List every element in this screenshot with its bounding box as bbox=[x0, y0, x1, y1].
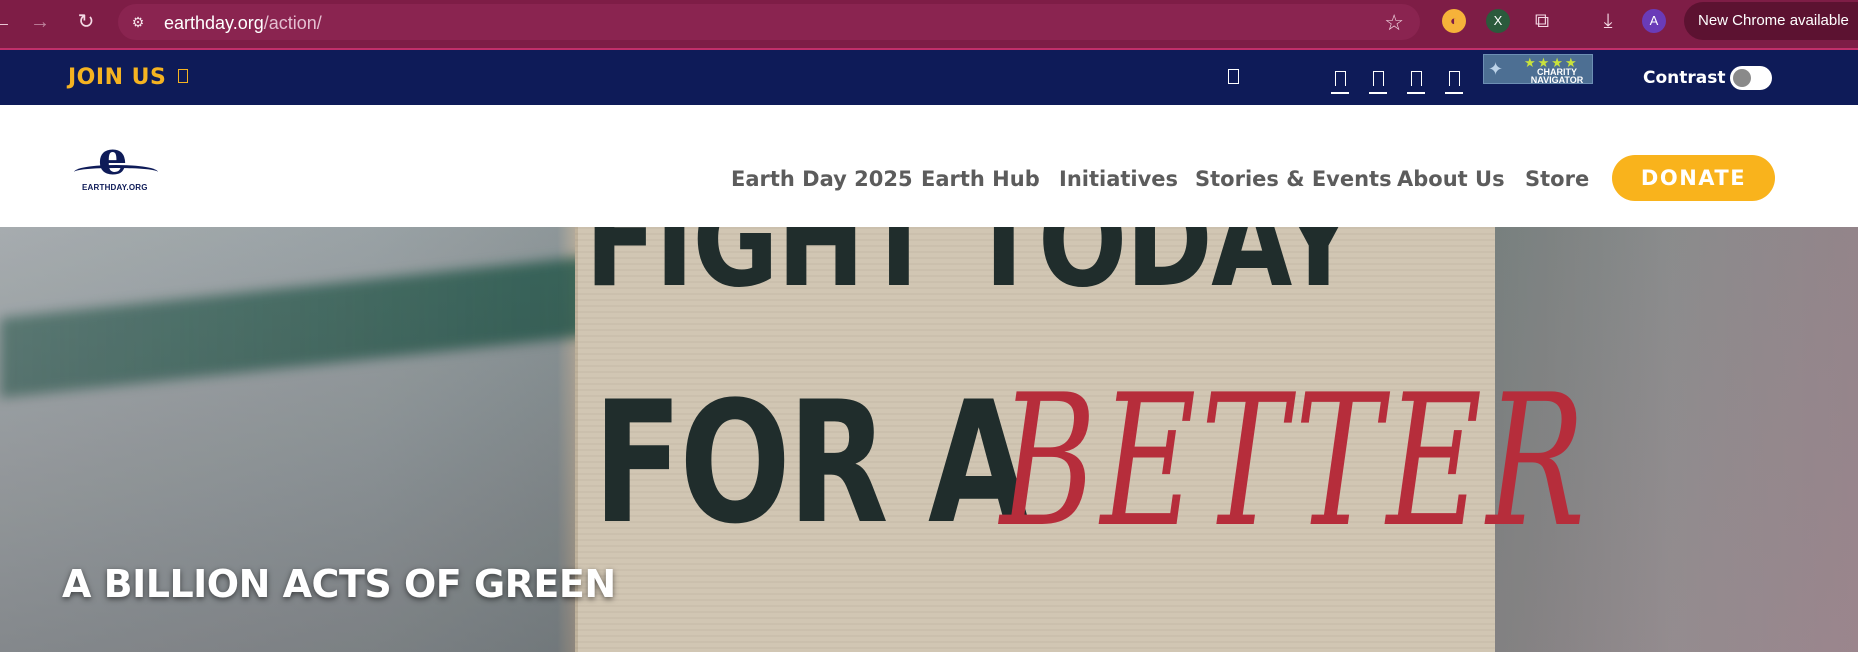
earthday-logo[interactable]: e EARTHDAY.ORG bbox=[72, 131, 160, 199]
facebook-icon[interactable] bbox=[1335, 71, 1346, 86]
youtube-icon[interactable] bbox=[1449, 71, 1460, 86]
browser-toolbar: ← → ↻ ⚙ earthday.org/action/ ☆ ◐ X ⧉ ⤓ A… bbox=[0, 0, 1858, 50]
forward-icon[interactable]: → bbox=[26, 8, 54, 36]
nav-stories-events[interactable]: Stories & Events bbox=[1195, 167, 1392, 191]
nav-earth-hub[interactable]: Earth Hub bbox=[921, 167, 1040, 191]
donate-button[interactable]: DONATE bbox=[1612, 155, 1775, 201]
new-chrome-available-button[interactable]: New Chrome available bbox=[1684, 2, 1858, 40]
hero-banner: FIGHT TODAY FOR A BETTER A BILLION ACTS … bbox=[0, 227, 1858, 652]
url-path: /action/ bbox=[263, 13, 322, 33]
join-us-link[interactable]: JOIN US bbox=[68, 65, 189, 90]
join-us-label: JOIN US bbox=[68, 65, 167, 90]
nav-store[interactable]: Store bbox=[1525, 167, 1589, 191]
download-icon[interactable]: ⤓ bbox=[1596, 9, 1620, 33]
utility-bar: JOIN US ✦ ★★★★ CHARITY NAVIGATOR Contras… bbox=[0, 50, 1858, 105]
facebook-underline bbox=[1331, 92, 1349, 94]
profile-avatar[interactable]: A bbox=[1642, 9, 1666, 33]
logo-orbit bbox=[74, 165, 158, 179]
contrast-label: Contrast bbox=[1643, 68, 1726, 88]
bookmark-star-icon[interactable]: ☆ bbox=[1384, 10, 1404, 36]
contrast-toggle-knob bbox=[1733, 69, 1751, 87]
charity-navigator-text: CHARITY NAVIGATOR bbox=[1530, 67, 1584, 85]
charity-navigator-badge[interactable]: ✦ ★★★★ CHARITY NAVIGATOR bbox=[1483, 54, 1593, 85]
address-bar[interactable]: ⚙ earthday.org/action/ ☆ bbox=[118, 4, 1420, 40]
contrast-toggle[interactable] bbox=[1730, 66, 1772, 90]
url-text[interactable]: earthday.org/action/ bbox=[164, 13, 322, 34]
charity-navigator-logo-icon: ✦ bbox=[1488, 59, 1504, 79]
nav-initiatives[interactable]: Initiatives bbox=[1059, 167, 1178, 191]
search-icon[interactable] bbox=[1228, 69, 1239, 84]
nav-about-us[interactable]: About Us bbox=[1397, 167, 1505, 191]
site-info-icon[interactable]: ⚙ bbox=[128, 12, 148, 32]
reload-icon[interactable]: ↻ bbox=[72, 8, 100, 36]
instagram-underline bbox=[1407, 92, 1425, 94]
extension-x-label: X bbox=[1493, 13, 1503, 28]
extensions-puzzle-icon[interactable]: ⧉ bbox=[1530, 9, 1554, 33]
extension-x-icon[interactable]: X bbox=[1486, 9, 1510, 33]
youtube-underline bbox=[1445, 92, 1463, 94]
back-icon[interactable]: ← bbox=[0, 8, 16, 36]
hero-title: A BILLION ACTS OF GREEN bbox=[62, 562, 616, 606]
extension-icon[interactable]: ◐ bbox=[1442, 9, 1466, 33]
site-header: e EARTHDAY.ORG Earth Day 2025 Earth Hub … bbox=[0, 105, 1858, 227]
join-arrow-icon bbox=[178, 69, 189, 83]
twitter-underline bbox=[1369, 92, 1387, 94]
instagram-icon[interactable] bbox=[1411, 71, 1422, 86]
profile-initial: A bbox=[1649, 13, 1659, 28]
nav-earth-day-2025[interactable]: Earth Day 2025 bbox=[731, 167, 913, 191]
twitter-icon[interactable] bbox=[1373, 71, 1384, 86]
url-domain: earthday.org bbox=[164, 13, 264, 33]
logo-text: EARTHDAY.ORG bbox=[82, 183, 148, 192]
